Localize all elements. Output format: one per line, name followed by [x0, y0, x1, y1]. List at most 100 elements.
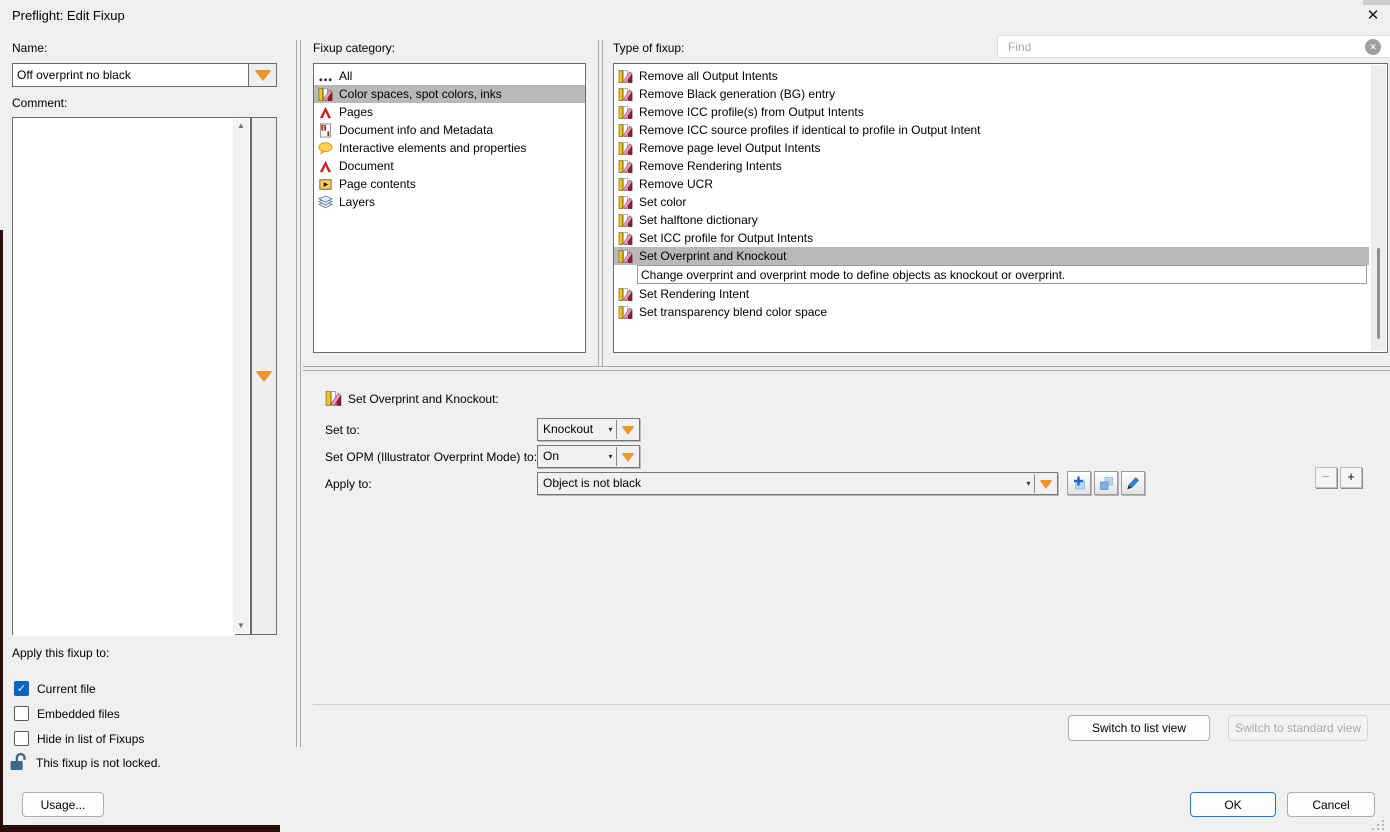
fixup-list-item[interactable]: Remove all Output Intents	[614, 67, 1369, 85]
category-list-item[interactable]: Document info and Metadata	[314, 121, 585, 139]
category-icon	[318, 159, 333, 174]
fixup-list-item[interactable]: Set ICC profile for Output Intents	[614, 229, 1369, 247]
category-label: Document info and Metadata	[339, 123, 494, 137]
divider-horizontal-footer	[313, 704, 1390, 705]
opm-value: On	[543, 449, 560, 463]
category-label: Interactive elements and properties	[339, 141, 527, 155]
switch-to-list-view-button[interactable]: Switch to list view	[1068, 715, 1210, 741]
name-label: Name:	[12, 41, 48, 55]
fixup-list-item[interactable]: Remove ICC source profiles if identical …	[614, 121, 1369, 139]
category-list-item[interactable]: Document	[314, 157, 585, 175]
background-window-sliver-left	[0, 230, 3, 832]
add-icon	[1071, 475, 1087, 491]
category-list-item[interactable]: All	[314, 67, 585, 85]
set-to-dropdown-button[interactable]	[617, 419, 639, 440]
comment-dropdown-button[interactable]	[251, 117, 277, 635]
edit-check-button[interactable]	[1121, 471, 1145, 495]
category-list-item[interactable]: Page contents	[314, 175, 585, 193]
category-list-item[interactable]: Color spaces, spot colors, inks	[314, 85, 585, 103]
checkbox-row[interactable]: ✓ Current file	[14, 680, 96, 697]
fixup-icon	[618, 141, 633, 156]
fixup-label: Set Overprint and Knockout	[639, 249, 787, 263]
category-label: Pages	[339, 105, 374, 119]
checkbox-row[interactable]: Hide in list of Fixups	[14, 730, 144, 747]
scrollbar-thumb[interactable]	[1377, 248, 1380, 339]
close-icon[interactable]: ✕	[1362, 5, 1384, 27]
checkbox[interactable]	[14, 706, 29, 721]
fixup-list-item[interactable]: Remove Rendering Intents	[614, 157, 1369, 175]
category-list-item[interactable]: Pages	[314, 103, 585, 121]
fixup-icon	[618, 159, 633, 174]
fixup-icon	[618, 69, 633, 84]
checkbox-label: Current file	[37, 681, 96, 696]
opm-label: Set OPM (Illustrator Overprint Mode) to:	[325, 450, 538, 464]
caret-down-icon: ▾	[608, 425, 613, 434]
fixup-label: Remove UCR	[639, 177, 714, 191]
scroll-down-icon[interactable]: ▼	[233, 619, 249, 633]
fixup-list-item[interactable]: Remove Black generation (BG) entry	[614, 85, 1369, 103]
fixup-icon	[618, 249, 633, 264]
comment-box: ▲ ▼	[12, 117, 251, 636]
fixup-label: Remove all Output Intents	[639, 69, 778, 83]
fixup-label: Set color	[639, 195, 687, 209]
checkbox[interactable]: ✓	[14, 681, 29, 696]
category-icon	[318, 177, 333, 192]
checkbox[interactable]	[14, 731, 29, 746]
fixup-icon	[618, 177, 633, 192]
fixup-list-item[interactable]: Set transparency blend color space	[614, 303, 1369, 321]
cancel-button[interactable]: Cancel	[1287, 792, 1375, 817]
apply-to-combo[interactable]: Object is not black ▾	[537, 472, 1058, 495]
fixup-label: Set ICC profile for Output Intents	[639, 231, 814, 245]
fixup-icon	[618, 231, 633, 246]
comment-scrollbar[interactable]: ▲ ▼	[233, 119, 249, 633]
comment-input[interactable]	[13, 118, 235, 636]
opm-combo[interactable]: On ▾	[537, 445, 640, 468]
find-clear-icon[interactable]: ✕	[1365, 39, 1381, 55]
add-check-button[interactable]	[1067, 471, 1091, 495]
remove-row-button[interactable]: −	[1315, 467, 1337, 488]
fixup-icon	[618, 87, 633, 102]
settings-header: Set Overprint and Knockout:	[348, 392, 499, 406]
category-icon	[318, 105, 333, 120]
fixup-label: Remove Black generation (BG) entry	[639, 87, 836, 101]
fixup-icon	[618, 123, 633, 138]
category-icon	[318, 141, 333, 156]
ok-button[interactable]: OK	[1190, 792, 1276, 817]
fixup-label: Remove ICC profile(s) from Output Intent…	[639, 105, 864, 119]
duplicate-check-button[interactable]	[1094, 471, 1118, 495]
divider-vertical-middle	[598, 40, 603, 367]
divider-horizontal-main	[303, 366, 1390, 371]
background-window-sliver-bottom	[0, 825, 280, 832]
fixup-list-item[interactable]: Remove page level Output Intents	[614, 139, 1369, 157]
color-icon	[325, 390, 342, 407]
comment-label: Comment:	[12, 96, 68, 110]
fixup-label: Set Rendering Intent	[639, 287, 750, 301]
scroll-up-icon[interactable]: ▲	[233, 119, 249, 133]
checkbox-row[interactable]: Embedded files	[14, 705, 120, 722]
lock-open-icon	[8, 752, 30, 771]
fixup-list-item[interactable]: Set Overprint and Knockout	[614, 247, 1369, 265]
resize-grip-icon[interactable]	[1372, 820, 1386, 831]
type-of-fixup-label: Type of fixup:	[613, 41, 685, 55]
name-dropdown-button[interactable]	[248, 64, 276, 86]
fixup-list-item[interactable]: Set halftone dictionary	[614, 211, 1369, 229]
fixup-list-item[interactable]: Remove ICC profile(s) from Output Intent…	[614, 103, 1369, 121]
set-to-combo[interactable]: Knockout ▾	[537, 418, 640, 441]
find-input[interactable]	[997, 35, 1390, 58]
opm-dropdown-button[interactable]	[617, 446, 639, 467]
apply-to-dropdown-button[interactable]	[1035, 473, 1057, 494]
category-list-item[interactable]: Layers	[314, 193, 585, 211]
name-input[interactable]	[13, 64, 248, 86]
fixup-list-item[interactable]: Set Rendering Intent	[614, 285, 1369, 303]
category-label: Layers	[339, 195, 376, 209]
add-row-button[interactable]: +	[1340, 467, 1362, 488]
fixup-icon	[618, 287, 633, 302]
fixup-list-scrollbar[interactable]	[1371, 65, 1386, 351]
caret-down-icon: ▾	[1026, 479, 1031, 488]
category-list-item[interactable]: Interactive elements and properties	[314, 139, 585, 157]
fixup-label: Remove ICC source profiles if identical …	[639, 123, 981, 137]
fixup-list-item[interactable]: Set color	[614, 193, 1369, 211]
fixup-list-item[interactable]: Remove UCR	[614, 175, 1369, 193]
category-icon	[318, 69, 333, 84]
usage-button[interactable]: Usage...	[22, 792, 104, 817]
